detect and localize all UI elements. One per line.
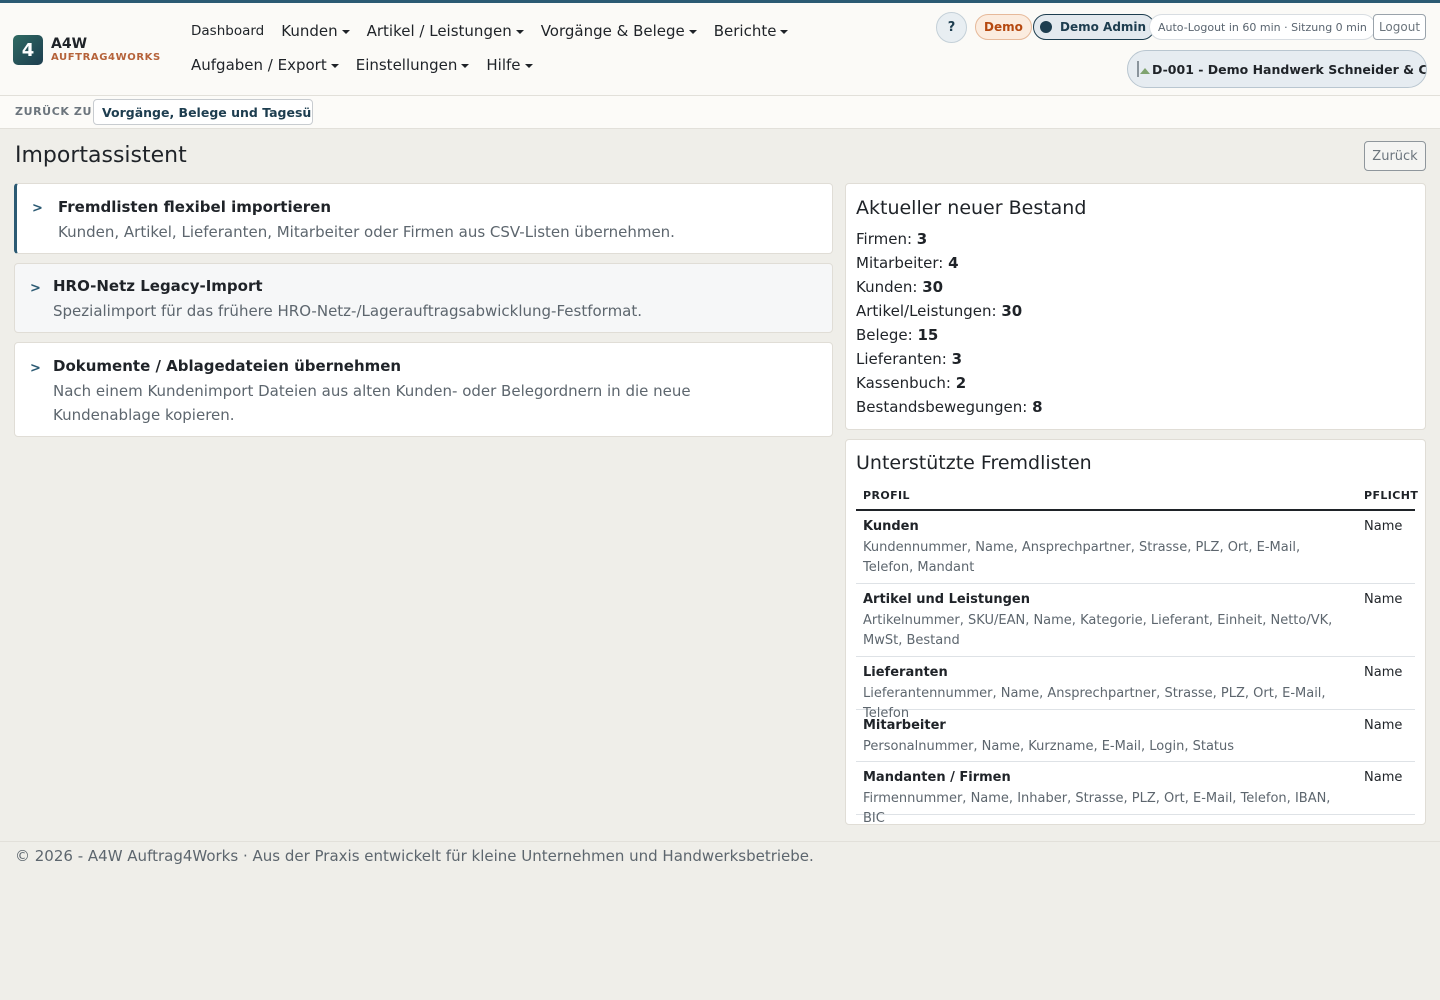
table-row: Mitarbeiter Personalnummer, Name, Kurzna… <box>856 710 1415 762</box>
table-header: PROFIL PFLICHT <box>856 486 1419 511</box>
profile-required: Name <box>1364 770 1403 785</box>
import-card-description: Kunden, Artikel, Lieferanten, Mitarbeite… <box>58 223 675 241</box>
column-header-pflicht: PFLICHT <box>1364 489 1419 502</box>
chevron-down-icon <box>330 63 339 68</box>
chevron-right-icon: > <box>32 201 43 216</box>
back-target-button[interactable]: Vorgänge, Belege und Tagesü... <box>93 99 313 125</box>
user-status-icon <box>1040 21 1052 33</box>
user-menu[interactable]: Demo Admin <box>1033 14 1156 40</box>
import-card-hro-netz[interactable]: > HRO-Netz Legacy-Import Spezialimport f… <box>14 263 833 333</box>
supported-lists-table: PROFIL PFLICHT Kunden Kundennummer, Name… <box>856 486 1419 826</box>
help-button[interactable]: ? <box>936 12 967 43</box>
table-row: Lieferanten Lieferantennummer, Name, Ans… <box>856 657 1415 721</box>
import-card-title: HRO-Netz Legacy-Import <box>53 277 263 295</box>
chevron-down-icon <box>780 29 789 34</box>
import-card-description: Spezialimport für das frühere HRO-Netz-/… <box>53 302 643 320</box>
table-row: Mandanten / Firmen Firmennummer, Name, I… <box>856 762 1415 826</box>
back-label: ZURÜCK ZU <box>15 105 93 118</box>
table-row: Artikel und Leistungen Artikelnummer, SK… <box>856 584 1415 657</box>
stat-kassenbuch: Kassenbuch: 2 <box>856 374 967 392</box>
table-row: Kunden Kundennummer, Name, Ansprechpartn… <box>856 511 1415 584</box>
stat-kunden: Kunden: 30 <box>856 278 944 296</box>
nav-vorgaenge-belege[interactable]: Vorgänge & Belege <box>541 22 697 40</box>
import-card-title: Fremdlisten flexibel importieren <box>58 198 332 216</box>
column-header-profil: PROFIL <box>863 489 910 502</box>
nav-dashboard[interactable]: Dashboard <box>191 23 264 39</box>
nav-berichte[interactable]: Berichte <box>714 22 789 40</box>
page-title: Importassistent <box>15 143 187 168</box>
stat-artikel: Artikel/Leistungen: 30 <box>856 302 1023 320</box>
profile-fields: Firmennummer, Name, Inhaber, Strasse, PL… <box>863 791 1331 826</box>
chevron-right-icon: > <box>30 361 41 376</box>
import-card-description: Nach einem Kundenimport Dateien aus alte… <box>53 382 691 424</box>
tenant-name: D-001 - Demo Handwerk Schneider & Co <box>1152 61 1427 77</box>
chevron-down-icon <box>515 29 524 34</box>
profile-name: Mitarbeiter <box>863 718 946 733</box>
nav-row-secondary: Aufgaben / Export Einstellungen Hilfe <box>191 56 550 74</box>
back-navigation-bar: ZURÜCK ZU Vorgänge, Belege und Tagesü... <box>0 96 1440 129</box>
stat-bestandsbewegungen: Bestandsbewegungen: 8 <box>856 398 1043 416</box>
profile-required: Name <box>1364 718 1403 733</box>
lists-heading: Unterstützte Fremdlisten <box>856 452 1092 474</box>
tenant-selector[interactable]: D-001 - Demo Handwerk Schneider & Co <box>1127 50 1427 88</box>
import-card-dokumente[interactable]: > Dokumente / Ablagedateien übernehmen N… <box>14 342 833 437</box>
brand-mark-icon: 4 <box>13 35 43 65</box>
profile-name: Kunden <box>863 519 919 534</box>
chevron-down-icon <box>461 63 470 68</box>
session-timer: Auto-Logout in 60 min · Sitzung 0 min <box>1149 14 1376 40</box>
supported-lists-card: Unterstützte Fremdlisten PROFIL PFLICHT … <box>845 439 1426 826</box>
footer: © 2026 - A4W Auftrag4Works · Aus der Pra… <box>0 841 1440 871</box>
chevron-down-icon <box>341 29 350 34</box>
nav-einstellungen[interactable]: Einstellungen <box>356 56 470 74</box>
profile-required: Name <box>1364 665 1403 680</box>
broken-image-icon <box>1137 61 1150 77</box>
stat-firmen: Firmen: 3 <box>856 230 928 248</box>
nav-row-primary: Dashboard Kunden Artikel / Leistungen Vo… <box>191 22 805 40</box>
brand-logo[interactable]: 4 A4W AUFTRAG4WORKS <box>13 35 161 65</box>
import-card-fremdlisten[interactable]: > Fremdlisten flexibel importieren Kunde… <box>14 183 833 254</box>
import-card-title: Dokumente / Ablagedateien übernehmen <box>53 357 402 375</box>
profile-name: Lieferanten <box>863 665 948 680</box>
stat-mitarbeiter: Mitarbeiter: 4 <box>856 254 959 272</box>
profile-fields: Personalnummer, Name, Kurzname, E-Mail, … <box>863 739 1235 754</box>
profile-name: Mandanten / Firmen <box>863 770 1011 785</box>
footer-text: © 2026 - A4W Auftrag4Works · Aus der Pra… <box>15 847 814 865</box>
nav-kunden[interactable]: Kunden <box>281 22 350 40</box>
navbar: 4 A4W AUFTRAG4WORKS Dashboard Kunden Art… <box>0 3 1440 96</box>
stat-lieferanten: Lieferanten: 3 <box>856 350 963 368</box>
profile-name: Artikel und Leistungen <box>863 592 1030 607</box>
stat-belege: Belege: 15 <box>856 326 939 344</box>
profile-required: Name <box>1364 592 1403 607</box>
chevron-down-icon <box>524 63 533 68</box>
stats-heading: Aktueller neuer Bestand <box>856 197 1087 219</box>
profile-fields: Kundennummer, Name, Ansprechpartner, Str… <box>863 540 1301 575</box>
demo-badge: Demo <box>975 14 1032 40</box>
logout-button[interactable]: Logout <box>1373 14 1426 40</box>
profile-required: Name <box>1364 519 1403 534</box>
nav-aufgaben-export[interactable]: Aufgaben / Export <box>191 56 339 74</box>
nav-hilfe[interactable]: Hilfe <box>486 56 533 74</box>
zurueck-button[interactable]: Zurück <box>1364 141 1426 171</box>
stats-card: Aktueller neuer Bestand Firmen: 3 Mitarb… <box>845 183 1426 430</box>
brand-name: A4W <box>51 36 88 52</box>
chevron-right-icon: > <box>30 281 41 296</box>
user-name: Demo Admin <box>1060 20 1147 34</box>
brand-subtitle: AUFTRAG4WORKS <box>51 52 161 63</box>
profile-fields: Artikelnummer, SKU/EAN, Name, Kategorie,… <box>863 613 1333 648</box>
chevron-down-icon <box>688 29 697 34</box>
nav-artikel-leistungen[interactable]: Artikel / Leistungen <box>367 22 524 40</box>
